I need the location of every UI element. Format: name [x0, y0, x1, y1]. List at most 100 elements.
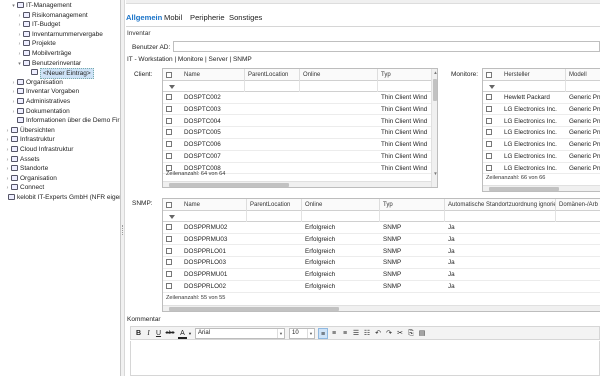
row-checkbox[interactable]: [166, 224, 172, 230]
benutzer-ad-input[interactable]: [173, 41, 600, 52]
tree-item[interactable]: › Administratives: [10, 97, 70, 106]
row-checkbox[interactable]: [166, 129, 172, 136]
client-grid[interactable]: Name ParentLocation Online Typ DOSPTC002 Thin…: [162, 68, 438, 188]
table-row[interactable]: DOSPTC006 Thin Client Wind: [163, 139, 437, 151]
column-filter-cell[interactable]: [181, 211, 247, 222]
select-all-checkbox[interactable]: [166, 72, 172, 78]
column-filter-cell[interactable]: [302, 211, 380, 222]
column-header[interactable]: Online: [302, 199, 380, 211]
panel-splitter[interactable]: [121, 0, 125, 376]
tree-item[interactable]: ▾ IT-Management: [10, 1, 72, 10]
tree-item[interactable]: › Übersichten: [4, 126, 55, 135]
tree-item[interactable]: › Connect: [4, 183, 44, 192]
table-row[interactable]: DOSPTC002 Thin Client Wind: [163, 92, 437, 104]
tab-sonstiges[interactable]: Sonstiges: [229, 13, 262, 22]
column-filter-cell[interactable]: [181, 81, 245, 92]
row-checkbox[interactable]: [166, 259, 172, 266]
tree-item[interactable]: › Infrastruktur: [4, 135, 55, 144]
row-checkbox[interactable]: [166, 164, 172, 171]
row-checkbox[interactable]: [486, 117, 492, 124]
vertical-scrollbar[interactable]: ▲ ▼: [431, 69, 437, 187]
monitor-grid[interactable]: Hersteller Modell Hewlett Packard Generic P…: [482, 68, 600, 192]
redo-icon[interactable]: ↷: [384, 328, 394, 339]
copy-icon[interactable]: ⎘: [406, 328, 416, 339]
scrollbar-thumb[interactable]: [169, 307, 339, 311]
italic-button[interactable]: I: [144, 328, 153, 339]
row-checkbox[interactable]: [166, 105, 172, 112]
row-checkbox[interactable]: [486, 129, 492, 136]
undo-icon[interactable]: ↶: [373, 328, 383, 339]
table-row[interactable]: DOSPTC003 Thin Client Wind: [163, 104, 437, 116]
row-checkbox[interactable]: [166, 247, 172, 254]
align-left-icon[interactable]: ≡: [318, 328, 328, 339]
underline-button[interactable]: U: [154, 328, 163, 339]
column-filter-cell[interactable]: [501, 81, 566, 92]
tree-item[interactable]: Informationen über die Demo Firma: [10, 116, 120, 125]
tab-allgemein[interactable]: Allgemein: [126, 13, 162, 22]
column-filter-cell[interactable]: [445, 211, 556, 222]
bullet-list-icon[interactable]: ☰: [351, 328, 361, 339]
filter-icon[interactable]: [489, 85, 495, 89]
column-header[interactable]: ParentLocation: [247, 199, 302, 211]
table-row[interactable]: DOSPPRLO03 Erfolgreich SNMP Ja: [163, 257, 600, 269]
expanded-arrow-icon[interactable]: ▾: [16, 60, 23, 69]
table-row[interactable]: DOSPPRLO02 Erfolgreich SNMP Ja: [163, 281, 600, 293]
table-row[interactable]: LG Electronics Inc. Generic Pn: [483, 116, 600, 128]
numbered-list-icon[interactable]: ☷: [362, 328, 372, 339]
tree-item[interactable]: › IT-Budget: [16, 20, 60, 29]
table-row[interactable]: DOSPTC004 Thin Client Wind: [163, 116, 437, 128]
horizontal-scrollbar[interactable]: [163, 181, 431, 187]
row-checkbox[interactable]: [166, 117, 172, 124]
scrollbar-thumb[interactable]: [433, 79, 437, 101]
tree-item[interactable]: ▾ Benutzerinventar: [16, 59, 81, 69]
tree-item[interactable]: › Dokumentation: [10, 107, 70, 116]
scroll-up-icon[interactable]: ▲: [432, 70, 437, 76]
row-checkbox[interactable]: [166, 271, 172, 278]
horizontal-scrollbar[interactable]: [483, 185, 600, 191]
row-checkbox[interactable]: [486, 105, 492, 112]
chevron-down-icon[interactable]: ▼: [187, 328, 193, 339]
tree-item[interactable]: › Inventarnummervergabe: [16, 30, 103, 39]
column-header[interactable]: ParentLocation: [245, 69, 300, 81]
table-row[interactable]: DOSPTC005 Thin Client Wind: [163, 127, 437, 139]
column-header[interactable]: Typ: [378, 69, 432, 81]
column-header[interactable]: Name: [181, 69, 245, 81]
row-checkbox[interactable]: [486, 164, 492, 171]
column-filter-cell[interactable]: [378, 81, 432, 92]
splitter-grip[interactable]: [122, 225, 124, 235]
scrollbar-thumb[interactable]: [489, 187, 559, 191]
column-header[interactable]: Name: [181, 199, 247, 211]
table-row[interactable]: LG Electronics Inc. Generic Pn: [483, 104, 600, 116]
horizontal-scrollbar[interactable]: [163, 305, 600, 311]
table-row[interactable]: LG Electronics Inc. Generic Pn: [483, 151, 600, 163]
table-row[interactable]: LG Electronics Inc. Generic Pn: [483, 127, 600, 139]
row-checkbox[interactable]: [166, 283, 172, 289]
tree-item[interactable]: › Standorte: [4, 164, 48, 173]
table-row[interactable]: LG Electronics Inc. Generic Pn: [483, 163, 600, 175]
column-filter-cell[interactable]: [247, 211, 302, 222]
cut-icon[interactable]: ✂: [395, 328, 405, 339]
column-header[interactable]: Automatische Standortzuordnung ignoriere…: [445, 199, 556, 211]
tree-item[interactable]: <Neuer Eintrag>: [24, 68, 94, 80]
snmp-grid[interactable]: Name ParentLocation Online Typ Automatische …: [162, 198, 600, 312]
table-row[interactable]: DOSPPRLO01 Erfolgreich SNMP Ja: [163, 246, 600, 258]
column-header[interactable]: Hersteller: [501, 69, 566, 81]
row-checkbox[interactable]: [486, 153, 492, 159]
select-all-checkbox[interactable]: [486, 72, 492, 78]
table-row[interactable]: DOSPPRMU03 Erfolgreich SNMP Ja: [163, 234, 600, 246]
column-header[interactable]: Online: [300, 69, 378, 81]
scroll-down-icon[interactable]: ▼: [432, 171, 437, 177]
tree-item[interactable]: › Inventar Vorgaben: [10, 87, 79, 96]
comment-editor[interactable]: [130, 341, 600, 376]
strikethrough-button[interactable]: abc: [164, 328, 176, 339]
column-header[interactable]: Typ: [380, 199, 445, 211]
align-center-icon[interactable]: ≡: [329, 328, 339, 339]
tab-peripherie[interactable]: Peripherie: [190, 13, 225, 22]
filter-icon[interactable]: [169, 215, 175, 219]
table-row[interactable]: DOSPTC007 Thin Client Wind: [163, 151, 437, 163]
scrollbar-thumb[interactable]: [169, 183, 289, 187]
font-size-select[interactable]: 10 ▼: [289, 328, 315, 339]
table-row[interactable]: LG Electronics Inc. Generic Pn: [483, 139, 600, 151]
align-right-icon[interactable]: ≡: [340, 328, 350, 339]
tree-item[interactable]: › Mobilverträge: [16, 49, 71, 58]
